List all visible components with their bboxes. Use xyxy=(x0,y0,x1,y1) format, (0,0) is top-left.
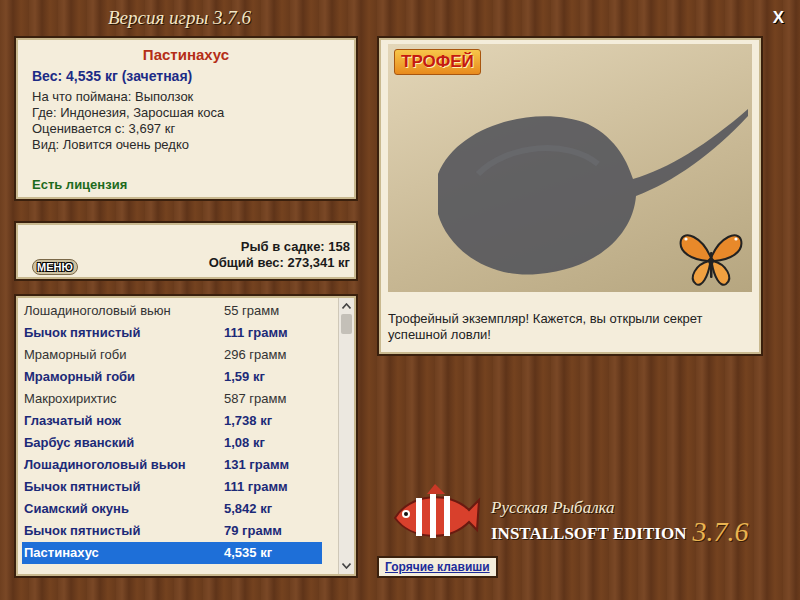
fish-logo-icon xyxy=(389,484,481,548)
fish-name-cell: Пастинахус xyxy=(22,543,224,563)
fish-name-cell: Бычок пятнистый xyxy=(22,477,224,497)
trophy-panel: ТРОФЕЙ Трофейный экземпляр! Кажется, вы … xyxy=(377,36,763,356)
fish-name-cell: Бычок пятнистый xyxy=(22,323,224,343)
catch-row-content: Лошадиноголовый вьюн131 грамм xyxy=(22,455,322,475)
catch-row[interactable]: Пастинахус4,535 кг xyxy=(22,542,322,564)
fish-weight-cell: 55 грамм xyxy=(224,301,279,321)
scroll-up-button[interactable] xyxy=(339,298,354,314)
fish-weight-cell: 131 грамм xyxy=(224,455,289,475)
license-status: Есть лицензия xyxy=(32,177,340,193)
fish-name-cell: Мраморный гоби xyxy=(22,367,224,387)
logo-title: Русская Рыбалка xyxy=(491,498,748,518)
fish-weight-cell: 1,08 кг xyxy=(224,433,265,453)
fish-name-cell: Бычок пятнистый xyxy=(22,521,224,541)
close-button[interactable]: X xyxy=(769,5,788,31)
catch-row[interactable]: Лошадиноголовый вьюн55 грамм xyxy=(22,300,322,322)
catch-rows: Лошадиноголовый вьюн55 граммБычок пятнис… xyxy=(18,298,338,574)
window-title: Версия игры 3.7.6 xyxy=(108,4,251,33)
fish-name-cell: Глазчатый нож xyxy=(22,411,224,431)
summary-panel: МЕНЮ Рыб в садке: 158 Общий вес: 273,341… xyxy=(14,221,358,281)
fish-weight-cell: 111 грамм xyxy=(224,323,288,343)
catch-row[interactable]: Мраморный гоби1,59 кг xyxy=(22,366,322,388)
catch-row[interactable]: Бычок пятнистый79 грамм xyxy=(22,520,322,542)
scroll-thumb[interactable] xyxy=(341,314,352,334)
fish-details: На что поймана: ВыползокГде: Индонезия, … xyxy=(32,89,340,153)
fish-name-cell: Лошадиноголовый вьюн xyxy=(22,455,224,475)
fish-detail: Оценивается с: 3,697 кг xyxy=(32,121,340,137)
fish-weight-cell: 111 грамм xyxy=(224,477,288,497)
fish-weight: Вес: 4,535 кг (зачетная) xyxy=(32,66,340,86)
catch-row-content: Лошадиноголовый вьюн55 грамм xyxy=(22,301,322,321)
catch-row[interactable]: Бычок пятнистый111 грамм xyxy=(22,322,322,344)
fish-name-cell: Мраморный гоби xyxy=(22,345,224,365)
catch-row-content: Глазчатый нож1,738 кг xyxy=(22,411,322,431)
fish-weight-cell: 1,59 кг xyxy=(224,367,265,387)
hotkeys-button[interactable]: Горячие клавиши xyxy=(377,556,498,578)
scroll-track[interactable] xyxy=(339,314,354,558)
game-logo: Русская Рыбалка INSTALLSOFT EDITION 3.7.… xyxy=(377,484,763,548)
title-bar: Версия игры 3.7.6 X xyxy=(0,0,800,36)
fish-weight-cell: 4,535 кг xyxy=(224,543,272,563)
logo-edition: INSTALLSOFT EDITION xyxy=(491,522,686,546)
catch-row[interactable]: Барбус яванский1,08 кг xyxy=(22,432,322,454)
fish-name-cell: Лошадиноголовый вьюн xyxy=(22,301,224,321)
fish-weight-cell: 5,842 кг xyxy=(224,499,272,519)
catch-row[interactable]: Макрохирихтис587 грамм xyxy=(22,388,322,410)
catch-row[interactable]: Мраморный гоби296 грамм xyxy=(22,344,322,366)
catch-summary: Рыб в садке: 158 Общий вес: 273,341 кг xyxy=(209,239,350,275)
fish-detail: На что поймана: Выползок xyxy=(32,89,340,105)
trophy-message: Трофейный экземпляр! Кажется, вы открыли… xyxy=(388,311,752,343)
menu-button[interactable]: МЕНЮ xyxy=(32,259,78,275)
butterfly-icon xyxy=(678,230,744,288)
trophy-badge: ТРОФЕЙ xyxy=(394,49,481,75)
catch-list: Лошадиноголовый вьюн55 граммБычок пятнис… xyxy=(14,294,358,578)
fish-detail: Вид: Ловится очень редко xyxy=(32,137,340,153)
fish-photo: ТРОФЕЙ xyxy=(388,44,752,292)
catch-row-content: Макрохирихтис587 грамм xyxy=(22,389,322,409)
fish-name: Пастинахус xyxy=(32,46,340,64)
scrollbar[interactable] xyxy=(338,298,354,574)
fish-weight-cell: 587 грамм xyxy=(224,389,286,409)
catch-row[interactable]: Глазчатый нож1,738 кг xyxy=(22,410,322,432)
catch-row-content: Пастинахус4,535 кг xyxy=(22,543,322,563)
catch-row-content: Бычок пятнистый111 грамм xyxy=(22,323,322,343)
fish-weight-cell: 79 грамм xyxy=(224,521,282,541)
catch-row-content: Бычок пятнистый111 грамм xyxy=(22,477,322,497)
arrow-up-icon xyxy=(342,303,351,309)
catch-row[interactable]: Лошадиноголовый вьюн131 грамм xyxy=(22,454,322,476)
fish-count: Рыб в садке: 158 xyxy=(241,239,350,255)
catch-row[interactable]: Сиамский окунь5,842 кг xyxy=(22,498,322,520)
fish-detail: Где: Индонезия, Заросшая коса xyxy=(32,105,340,121)
total-weight: Общий вес: 273,341 кг xyxy=(209,255,350,271)
scroll-down-button[interactable] xyxy=(339,558,354,574)
fish-weight-cell: 1,738 кг xyxy=(224,411,272,431)
catch-row-content: Барбус яванский1,08 кг xyxy=(22,433,322,453)
catch-row-content: Сиамский окунь5,842 кг xyxy=(22,499,322,519)
fish-name-cell: Барбус яванский xyxy=(22,433,224,453)
fish-name-cell: Макрохирихтис xyxy=(22,389,224,409)
catch-row-content: Мраморный гоби1,59 кг xyxy=(22,367,322,387)
fish-name-cell: Сиамский окунь xyxy=(22,499,224,519)
logo-version: 3.7.6 xyxy=(692,518,748,546)
catch-row-content: Мраморный гоби296 грамм xyxy=(22,345,322,365)
fish-info-panel: Пастинахус Вес: 4,535 кг (зачетная) На ч… xyxy=(14,36,358,201)
arrow-down-icon xyxy=(342,563,351,569)
catch-row[interactable]: Бычок пятнистый111 грамм xyxy=(22,476,322,498)
fish-weight-cell: 296 грамм xyxy=(224,345,286,365)
catch-row-content: Бычок пятнистый79 грамм xyxy=(22,521,322,541)
